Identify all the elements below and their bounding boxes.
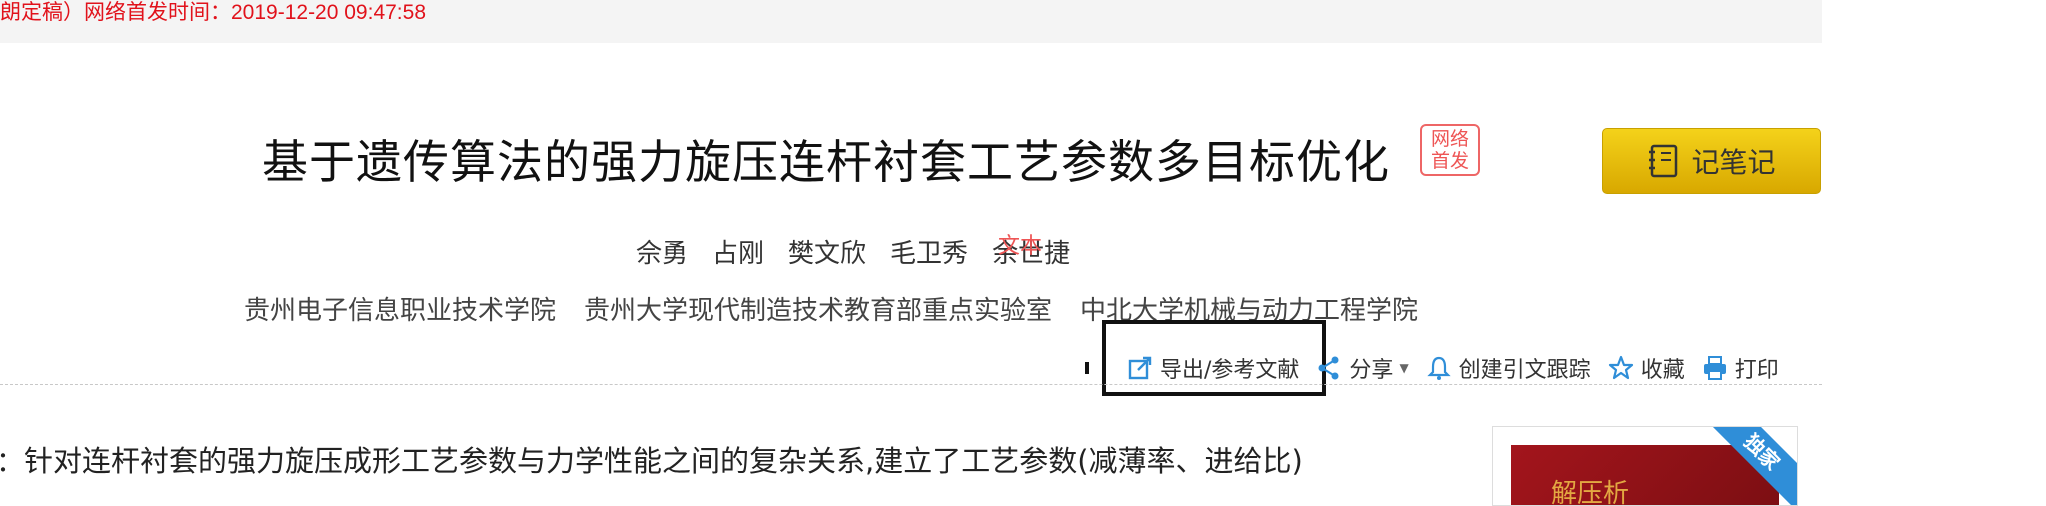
star-icon bbox=[1608, 355, 1633, 380]
print-button[interactable]: 打印 bbox=[1701, 352, 1779, 384]
abstract-label-tail: ： bbox=[0, 440, 24, 480]
author-link[interactable]: 佘勇 bbox=[636, 233, 688, 270]
citation-tracking-label: 创建引文跟踪 bbox=[1458, 358, 1591, 383]
online-first-badge: 网络 首发 bbox=[1420, 124, 1480, 176]
author-link[interactable]: 樊文欣 bbox=[788, 233, 866, 270]
share-label: 分享 bbox=[1349, 358, 1394, 383]
author-link[interactable]: 占刚 bbox=[712, 233, 764, 270]
affiliation-link[interactable]: 贵州电子信息职业技术学院 bbox=[244, 290, 556, 327]
export-icon bbox=[1128, 356, 1152, 380]
notebook-icon bbox=[1649, 144, 1678, 178]
section-divider bbox=[0, 384, 1822, 385]
share-button[interactable]: 分享 ▼ bbox=[1315, 352, 1409, 384]
cursor-mark bbox=[1085, 362, 1089, 374]
text-overlay-label: 文本 bbox=[998, 234, 1043, 259]
export-label: 导出/参考文献 bbox=[1160, 358, 1300, 383]
bell-icon bbox=[1427, 356, 1451, 380]
journal-cover[interactable]: 解压析 独家 bbox=[1492, 426, 1798, 506]
take-notes-label: 记笔记 bbox=[1691, 146, 1776, 179]
export-references-button[interactable]: 导出/参考文献 bbox=[1126, 352, 1299, 384]
chevron-down-icon: ▼ bbox=[1399, 361, 1409, 375]
affiliation-link[interactable]: 贵州大学现代制造技术教育部重点实验室 bbox=[584, 290, 1052, 327]
citation-tracking-button[interactable]: 创建引文跟踪 bbox=[1425, 352, 1591, 384]
publish-info-bar: 朗定稿）网络首发时间：2019-12-20 09:47:58 bbox=[0, 0, 1822, 43]
article-title: 基于遗传算法的强力旋压连杆衬套工艺参数多目标优化 bbox=[262, 135, 1390, 189]
publish-time-text: 朗定稿）网络首发时间：2019-12-20 09:47:58 bbox=[0, 1, 426, 24]
print-label: 打印 bbox=[1734, 358, 1779, 383]
cover-title-script: 解压析 bbox=[1551, 479, 1630, 506]
favorite-label: 收藏 bbox=[1640, 358, 1685, 383]
favorite-button[interactable]: 收藏 bbox=[1607, 352, 1685, 384]
author-link[interactable]: 毛卫秀 bbox=[890, 233, 968, 270]
abstract-text: 针对连杆衬套的强力旋压成形工艺参数与力学性能之间的复杂关系,建立了工艺参数(减薄… bbox=[24, 444, 1303, 478]
take-notes-button[interactable]: 记笔记 bbox=[1602, 128, 1821, 194]
printer-icon bbox=[1703, 356, 1726, 380]
share-icon bbox=[1318, 356, 1339, 380]
online-first-label: 网络 首发 bbox=[1430, 128, 1469, 172]
cover-image: 解压析 bbox=[1511, 445, 1779, 506]
